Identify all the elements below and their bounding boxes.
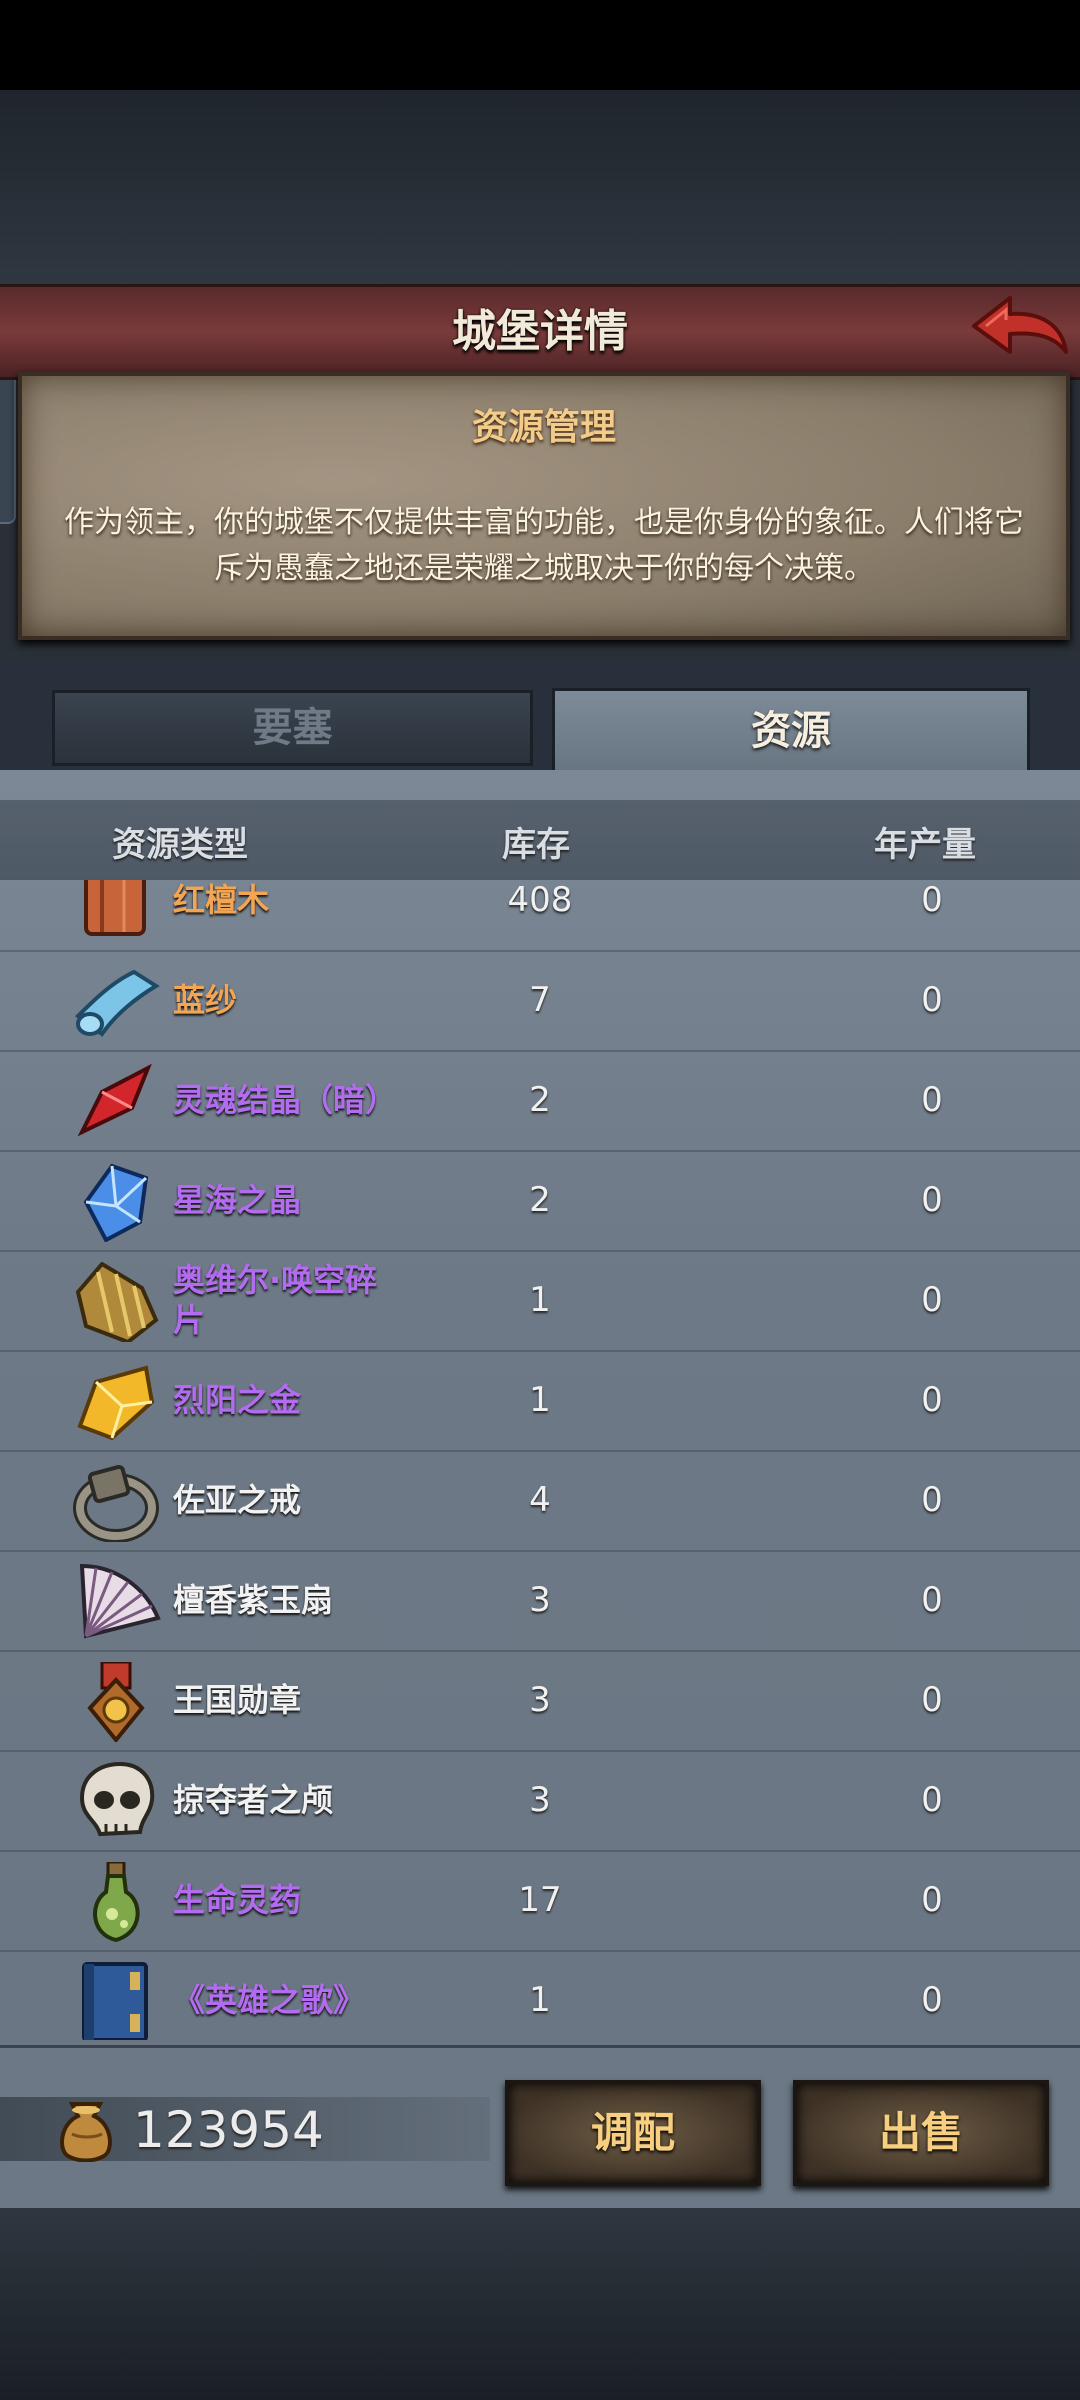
resource-yearly: 0 [921, 1480, 943, 1520]
resource-list[interactable]: 红檀木 408 0 蓝纱 7 0 灵魂结晶（暗） 2 0 星海之晶 2 0 奥维… [0, 880, 1080, 2040]
resource-yearly: 0 [921, 1180, 943, 1220]
resource-stock: 2 [529, 1080, 551, 1120]
background-bottom [0, 2205, 1080, 2400]
resource-row[interactable]: 奥维尔·唤空碎片 1 0 [0, 1250, 1080, 1352]
life-elixir-icon [72, 1860, 162, 1943]
resource-yearly: 0 [921, 1780, 943, 1820]
resource-yearly: 0 [921, 1280, 943, 1320]
resource-name: 生命灵药 [173, 1881, 302, 1919]
blazing-gold-icon [72, 1362, 162, 1442]
resource-yearly: 0 [921, 1080, 943, 1120]
resource-stock: 7 [529, 980, 551, 1020]
blue-silk-icon [72, 962, 162, 1042]
resource-stock: 1 [529, 1380, 551, 1420]
back-button[interactable] [970, 290, 1070, 370]
resource-row[interactable]: 生命灵药 17 0 [0, 1850, 1080, 1952]
resource-yearly: 0 [921, 1680, 943, 1720]
resource-name: 红檀木 [173, 881, 270, 919]
kingdom-medal-icon [72, 1660, 162, 1744]
column-stock: 库存 [502, 825, 570, 865]
resource-row[interactable]: 《英雄之歌》 1 0 [0, 1950, 1080, 2040]
sell-button[interactable]: 出售 [793, 2080, 1049, 2186]
intro-title: 资源管理 [471, 407, 616, 448]
resource-stock: 4 [529, 1480, 551, 1520]
title-bar: 城堡详情 [0, 284, 1080, 380]
resource-stock: 3 [529, 1680, 551, 1720]
resource-yearly: 0 [921, 1880, 943, 1920]
intro-body: 作为领主，你的城堡不仅提供丰富的功能，也是你身份的象征。人们将它斥为愚蠢之地还是… [64, 505, 1024, 586]
column-yearly: 年产量 [874, 825, 976, 865]
resource-yearly: 0 [921, 1580, 943, 1620]
dark-soul-crystal-icon [72, 1062, 162, 1142]
tab-fortress[interactable]: 要塞 [52, 690, 533, 766]
resource-row[interactable]: 烈阳之金 1 0 [0, 1350, 1080, 1452]
jade-fan-icon [72, 1562, 162, 1642]
gold-bag-icon [54, 2098, 118, 2163]
resource-yearly: 0 [921, 1980, 943, 2020]
resource-row[interactable]: 佐亚之戒 4 0 [0, 1450, 1080, 1552]
column-header: 资源类型 库存 年产量 [0, 800, 1080, 880]
star-sea-crystal-icon [72, 1162, 162, 1243]
resource-stock: 1 [529, 1280, 551, 1320]
resource-name: 星海之晶 [173, 1181, 302, 1219]
resource-stock: 1 [529, 1980, 551, 2020]
tab-fortress-label: 要塞 [252, 705, 333, 751]
tab-resources[interactable]: 资源 [552, 688, 1030, 779]
resource-yearly: 0 [921, 980, 943, 1020]
resource-row[interactable]: 掠夺者之颅 3 0 [0, 1750, 1080, 1852]
resource-name: 掠夺者之颅 [173, 1781, 334, 1819]
intro-panel: 资源管理 作为领主，你的城堡不仅提供丰富的功能，也是你身份的象征。人们将它斥为愚… [18, 372, 1070, 640]
resource-stock: 408 [507, 880, 573, 920]
resource-row[interactable]: 红檀木 408 0 [0, 880, 1080, 952]
resource-name: 灵魂结晶（暗） [173, 1081, 398, 1119]
resource-yearly: 0 [921, 880, 943, 920]
resource-row[interactable]: 王国勋章 3 0 [0, 1650, 1080, 1752]
resource-yearly: 0 [921, 1380, 943, 1420]
resource-name: 奥维尔·唤空碎片 [173, 1261, 378, 1339]
resource-row[interactable]: 檀香紫玉扇 3 0 [0, 1550, 1080, 1652]
resource-row[interactable]: 星海之晶 2 0 [0, 1150, 1080, 1252]
ovir-shard-icon [72, 1261, 162, 1345]
column-type: 资源类型 [112, 825, 248, 865]
page-title: 城堡详情 [452, 306, 628, 357]
gold-amount: 123954 [133, 2101, 324, 2159]
resource-stock: 17 [518, 1880, 562, 1920]
hero-song-book-icon [72, 1962, 162, 2040]
resource-stock: 2 [529, 1180, 551, 1220]
resource-name: 佐亚之戒 [173, 1481, 302, 1519]
resource-name: 王国勋章 [173, 1681, 302, 1719]
background-top [0, 90, 1080, 285]
resource-name: 蓝纱 [173, 981, 238, 1019]
resource-row[interactable]: 灵魂结晶（暗） 2 0 [0, 1050, 1080, 1152]
allocate-button[interactable]: 调配 [505, 2080, 761, 2186]
resource-name: 烈阳之金 [173, 1381, 302, 1419]
raider-skull-icon [72, 1761, 162, 1842]
resource-name: 檀香紫玉扇 [173, 1581, 334, 1619]
red-sandalwood-icon [72, 880, 162, 942]
resource-stock: 3 [529, 1580, 551, 1620]
resource-row[interactable]: 蓝纱 7 0 [0, 950, 1080, 1052]
zoya-ring-icon [72, 1462, 162, 1543]
status-bar [0, 0, 1080, 90]
resource-stock: 3 [529, 1780, 551, 1820]
tab-resources-label: 资源 [751, 708, 831, 754]
resource-name: 《英雄之歌》 [173, 1981, 366, 2019]
back-arrow-icon [972, 296, 1068, 354]
